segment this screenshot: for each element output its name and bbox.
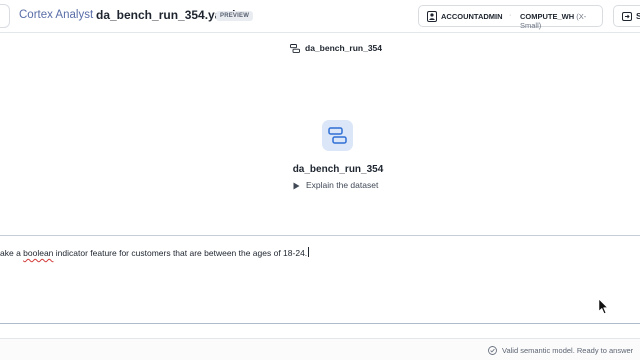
play-triangle-icon	[293, 182, 300, 190]
question-input[interactable]: ake a boolean indicator feature for cust…	[0, 235, 640, 324]
share-button[interactable]: S	[613, 5, 640, 27]
role-label: ACCOUNTADMIN	[441, 12, 503, 21]
model-status-text: Valid semantic model. Ready to answer	[502, 346, 634, 355]
semantic-model-chip-label: da_bench_run_354	[305, 43, 383, 53]
question-text-end: indicator feature for customers that are…	[53, 248, 308, 258]
check-circle-icon	[488, 346, 497, 355]
semantic-model-icon	[290, 44, 300, 53]
question-text-start: ake a	[0, 248, 24, 258]
back-button[interactable]	[0, 4, 10, 28]
warehouse-name: COMPUTE_WH	[520, 12, 575, 21]
share-label: S	[636, 11, 640, 21]
separator-dot: ·	[509, 12, 512, 19]
top-bar: Cortex Analyst da_bench_run_354.yaml PRE…	[0, 0, 640, 33]
explain-dataset-label: Explain the dataset	[306, 180, 379, 190]
app-title[interactable]: Cortex Analyst	[19, 9, 93, 21]
text-caret	[308, 247, 310, 257]
share-icon	[622, 12, 632, 21]
status-bar: Valid semantic model. Ready to answer	[0, 338, 640, 360]
preview-badge: PREVIEW	[216, 11, 254, 21]
warehouse-label: COMPUTE_WH (X-Small)	[520, 12, 602, 30]
mouse-cursor-icon	[598, 298, 609, 315]
question-input-text[interactable]: ake a boolean indicator feature for cust…	[0, 247, 310, 258]
semantic-model-tile	[322, 120, 353, 151]
misspelled-word: boolean	[23, 248, 54, 258]
context-selector[interactable]: ACCOUNTADMIN · COMPUTE_WH (X-Small)	[418, 5, 603, 30]
user-badge-icon	[427, 11, 437, 22]
semantic-model-file-name[interactable]: da_bench_run_354.yaml	[96, 8, 235, 22]
model-stack-icon	[328, 127, 347, 144]
welcome-title: da_bench_run_354	[292, 164, 384, 175]
